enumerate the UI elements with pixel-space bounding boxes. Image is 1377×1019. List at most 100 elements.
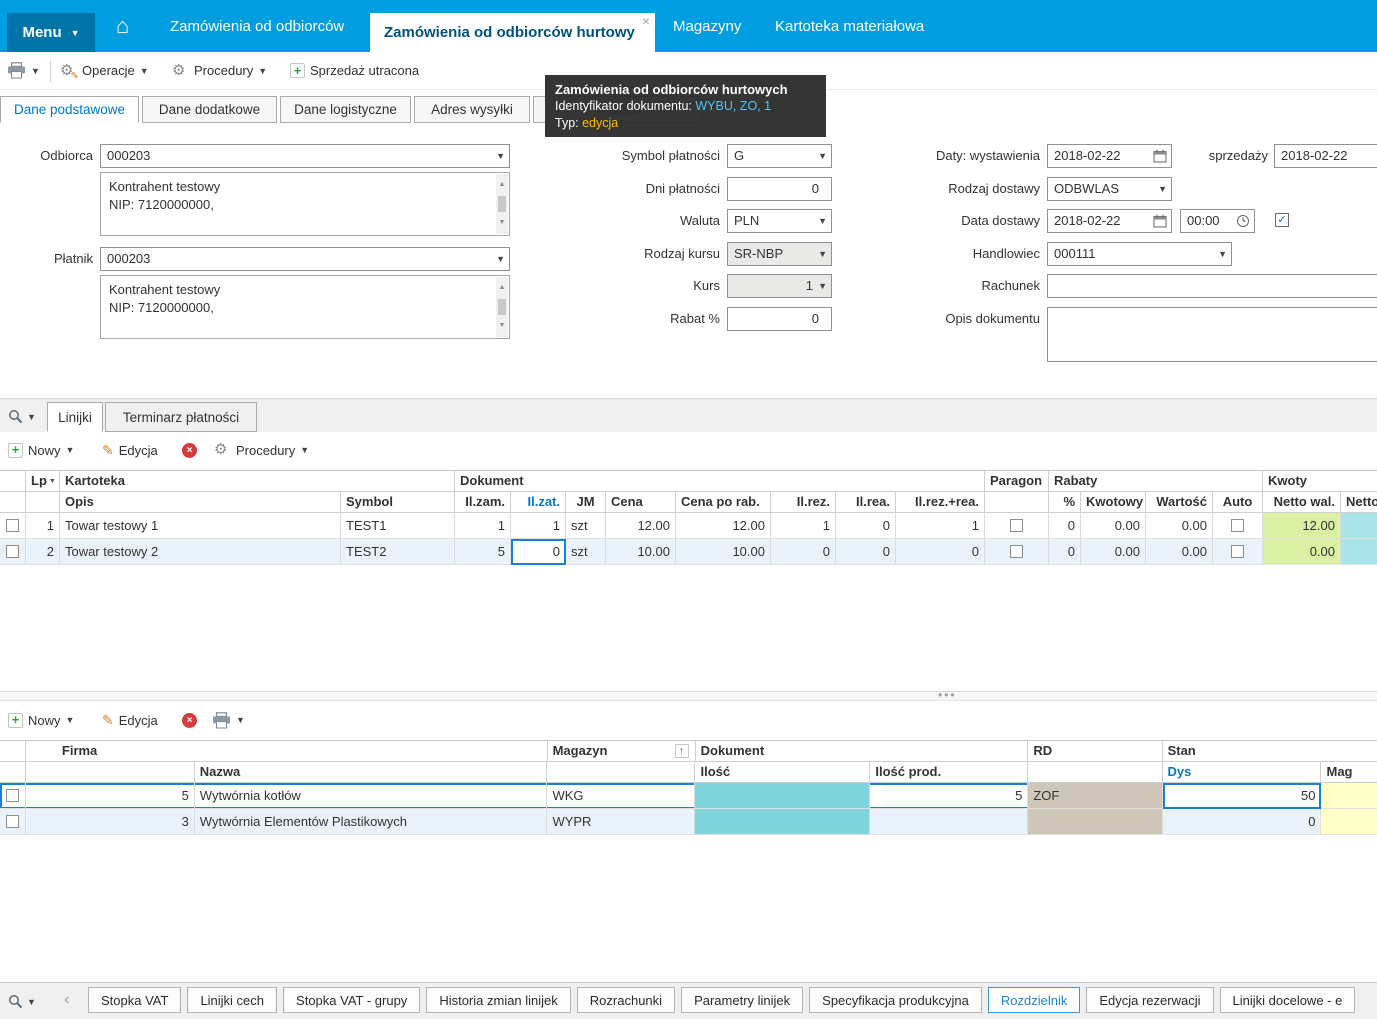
cell-jm[interactable]: szt bbox=[566, 539, 606, 565]
header-magazyn[interactable]: Magazyn ↑ bbox=[547, 741, 696, 762]
header-ilosc[interactable]: Ilość bbox=[695, 762, 871, 783]
cell-netto[interactable]: 1 bbox=[1341, 513, 1377, 539]
chevron-down-icon[interactable]: ▼ bbox=[27, 997, 36, 1007]
cell-kwotowy[interactable]: 0.00 bbox=[1081, 539, 1146, 565]
header-dys[interactable]: Dys bbox=[1162, 762, 1322, 783]
handlowiec-select[interactable]: 000111 ▼ bbox=[1047, 242, 1232, 266]
home-icon[interactable]: ⌂ bbox=[116, 0, 129, 52]
header-firma[interactable]: Firma bbox=[25, 741, 548, 762]
data-dostawy-checkbox[interactable]: ✓ bbox=[1275, 213, 1289, 227]
header-nazwa[interactable]: Nazwa bbox=[194, 762, 548, 783]
header-il-rea[interactable]: Il.rea. bbox=[836, 492, 896, 513]
paragon-checkbox[interactable] bbox=[1010, 545, 1023, 558]
cell-netto[interactable] bbox=[1341, 539, 1377, 565]
header-rd[interactable]: RD bbox=[1028, 741, 1163, 762]
cell-nazwa[interactable]: Wytwórnia Elementów Plastikowych bbox=[194, 809, 548, 835]
procedury-button[interactable]: ⚙ Procedury ▼ bbox=[214, 432, 309, 468]
cell-cena[interactable]: 10.00 bbox=[606, 539, 676, 565]
header-dokument[interactable]: Dokument bbox=[695, 741, 1029, 762]
cell-num[interactable]: 3 bbox=[25, 809, 195, 835]
header-il-rez[interactable]: Il.rez. bbox=[771, 492, 836, 513]
cell-dys-focused[interactable]: 50 bbox=[1162, 783, 1322, 809]
header-mag[interactable]: Mag bbox=[1321, 762, 1377, 783]
cell-symbol[interactable]: TEST1 bbox=[341, 513, 455, 539]
scroll-thumb[interactable] bbox=[498, 299, 506, 315]
rachunek-input[interactable] bbox=[1047, 274, 1377, 298]
cell-il-zam[interactable]: 5 bbox=[455, 539, 511, 565]
cell-rd[interactable]: ZOF bbox=[1028, 783, 1163, 809]
cell-il-rea[interactable]: 0 bbox=[836, 539, 896, 565]
tab-linijki[interactable]: Linijki bbox=[47, 402, 103, 432]
cell-opis[interactable]: Towar testowy 1 bbox=[60, 513, 341, 539]
cell-procent[interactable]: 0 bbox=[1049, 513, 1081, 539]
lines-row-2[interactable]: 2 Towar testowy 2 TEST2 5 0 szt 10.00 10… bbox=[0, 539, 1377, 565]
rozdzielnik-row-1[interactable]: 5 Wytwórnia kotłów WKG 5 ZOF 50 bbox=[0, 783, 1377, 809]
delete-button[interactable]: × bbox=[182, 702, 197, 738]
header-lp[interactable]: Lp ▼ bbox=[26, 471, 60, 492]
scroll-up-icon[interactable]: ▲ bbox=[499, 279, 506, 297]
rodzaj-dostawy-select[interactable]: ODBWLAS ▼ bbox=[1047, 177, 1172, 201]
header-cena-po-rab[interactable]: Cena po rab. bbox=[676, 492, 771, 513]
procedury-dropdown[interactable]: ⚙ Procedury ▼ bbox=[172, 52, 267, 89]
tab-dane-dodatkowe[interactable]: Dane dodatkowe bbox=[142, 96, 277, 123]
menu-button[interactable]: Menu ▼ bbox=[7, 13, 95, 52]
header-symbol[interactable]: Symbol bbox=[341, 492, 455, 513]
cell-ilosc[interactable] bbox=[695, 809, 871, 835]
cell-dys[interactable]: 0 bbox=[1162, 809, 1322, 835]
header-ilosc-prod[interactable]: Ilość prod. bbox=[870, 762, 1029, 783]
cell-netto-wal[interactable]: 12.00 bbox=[1263, 513, 1341, 539]
cell-lp[interactable]: 2 bbox=[26, 539, 60, 565]
edycja-button[interactable]: ✎ Edycja bbox=[102, 432, 158, 468]
symbol-platnosci-select[interactable]: G ▼ bbox=[727, 144, 832, 168]
header-kwotowy[interactable]: Kwotowy bbox=[1081, 492, 1146, 513]
cell-ilosc-prod[interactable] bbox=[870, 809, 1029, 835]
scrollbar[interactable]: ▲ ▼ bbox=[496, 174, 508, 234]
tab-rozdzielnik[interactable]: Rozdzielnik bbox=[987, 987, 1081, 1013]
rodzaj-kursu-select[interactable]: SR-NBP ▼ bbox=[727, 242, 832, 266]
tab-linijki-cech[interactable]: Linijki cech bbox=[187, 987, 278, 1013]
auto-checkbox[interactable] bbox=[1231, 519, 1244, 532]
cell-il-rez[interactable]: 0 bbox=[771, 539, 836, 565]
cell-jm[interactable]: szt bbox=[566, 513, 606, 539]
cell-mag[interactable] bbox=[1321, 783, 1377, 809]
cell-opis[interactable]: Towar testowy 2 bbox=[60, 539, 341, 565]
row-checkbox[interactable] bbox=[5, 789, 19, 802]
cell-nazwa[interactable]: Wytwórnia kotłów bbox=[194, 783, 548, 809]
tab-linijki-docelowe[interactable]: Linijki docelowe - e bbox=[1219, 987, 1356, 1013]
header-auto[interactable]: Auto bbox=[1213, 492, 1263, 513]
waluta-select[interactable]: PLN ▼ bbox=[727, 209, 832, 233]
close-icon[interactable]: × bbox=[642, 14, 650, 28]
print-button[interactable]: ▼ bbox=[212, 702, 245, 738]
tab-adres-wysylki[interactable]: Adres wysyłki bbox=[414, 96, 530, 123]
data-sprzedazy-input[interactable]: 2018-02-22 bbox=[1274, 144, 1377, 168]
cell-il-rez-rea[interactable]: 0 bbox=[896, 539, 985, 565]
header-netto[interactable]: Netto bbox=[1341, 492, 1377, 513]
tab-stopka-vat[interactable]: Stopka VAT bbox=[88, 987, 182, 1013]
cell-magazyn[interactable]: WYPR bbox=[547, 809, 696, 835]
tab-stopka-vat-grupy[interactable]: Stopka VAT - grupy bbox=[283, 987, 421, 1013]
lines-row-1[interactable]: 1 Towar testowy 1 TEST1 1 1 szt 12.00 12… bbox=[0, 513, 1377, 539]
search-icon[interactable] bbox=[8, 994, 23, 1009]
rabat-input[interactable]: 0 bbox=[727, 307, 832, 331]
auto-checkbox[interactable] bbox=[1231, 545, 1244, 558]
cell-magazyn[interactable]: WKG bbox=[547, 783, 696, 809]
dni-platnosci-input[interactable]: 0 bbox=[727, 177, 832, 201]
kurs-input[interactable]: 1 ▼ bbox=[727, 274, 832, 298]
cell-mag[interactable] bbox=[1321, 809, 1377, 835]
cell-ilosc[interactable] bbox=[695, 783, 871, 809]
chevron-down-icon[interactable]: ▼ bbox=[27, 412, 36, 422]
cell-ilosc-prod[interactable]: 5 bbox=[870, 783, 1029, 809]
header-il-zam[interactable]: Il.zam. bbox=[455, 492, 511, 513]
odbiorca-select[interactable]: 000203 ▼ bbox=[100, 144, 510, 168]
cell-il-zat[interactable]: 1 bbox=[511, 513, 566, 539]
platnik-select[interactable]: 000203 ▼ bbox=[100, 247, 510, 271]
top-tab-kartoteka-materialowa[interactable]: Kartoteka materiałowa bbox=[775, 0, 924, 52]
row-checkbox[interactable] bbox=[6, 545, 19, 558]
rozdzielnik-row-2[interactable]: 3 Wytwórnia Elementów Plastikowych WYPR … bbox=[0, 809, 1377, 835]
chevron-left-icon[interactable]: ‹ bbox=[64, 991, 69, 1009]
data-dostawy-input[interactable]: 2018-02-22 bbox=[1047, 209, 1172, 233]
tab-edycja-rezerwacji[interactable]: Edycja rezerwacji bbox=[1086, 987, 1214, 1013]
cell-rd[interactable] bbox=[1028, 809, 1163, 835]
scroll-down-icon[interactable]: ▼ bbox=[499, 317, 506, 335]
nowy-button[interactable]: + Nowy ▼ bbox=[8, 702, 74, 738]
